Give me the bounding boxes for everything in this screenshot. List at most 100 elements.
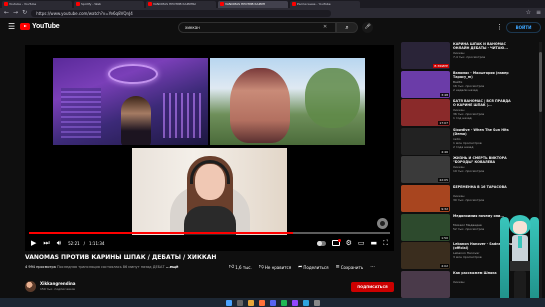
youtube-header: ☰ YouTube хиккан ✕ ⌕ 🎤︎ ⋮ ВОЙТИ: [0, 18, 545, 36]
theater-mode-icon[interactable]: ▬: [370, 235, 377, 251]
recommended-video-title: БАТЯ ВАНОМАС | ВСЯ ПРАВДА О КАРИНЕ ШПАК …: [453, 99, 511, 108]
video-thumbnail[interactable]: 4:02: [401, 242, 450, 270]
telegram-icon[interactable]: [302, 299, 309, 306]
search-input[interactable]: хиккан: [178, 22, 336, 33]
time-separator: /: [83, 240, 86, 246]
recommended-view-count: 19 тыс. просмотров: [453, 169, 485, 174]
video-thumbnail[interactable]: 17:07: [401, 99, 450, 127]
share-button[interactable]: ➦ Поделиться: [298, 264, 328, 270]
youtube-logo[interactable]: YouTube: [20, 23, 60, 30]
browser-tab-bar: Youtube - YouTube Spotify - Web VANOMAS …: [0, 0, 545, 8]
duration-badge: 22:05: [438, 178, 449, 183]
bookmark-star-icon[interactable]: ☆: [526, 9, 531, 17]
video-player[interactable]: ▶ ⏭ 🔊︎ 52:21 / 1:11:34 ⚙ ▭ ▬ ⛶: [25, 45, 394, 251]
like-button[interactable]: 👍︎ 1,6 тыс.: [229, 264, 252, 270]
file-explorer-icon[interactable]: [247, 299, 254, 306]
channel-watermark-icon[interactable]: [377, 218, 388, 229]
subscriber-count: 150 тыс. подписчиков: [40, 287, 75, 291]
progress-played: [29, 232, 293, 234]
start-menu-icon[interactable]: [225, 299, 232, 306]
duration-badge: 17:07: [438, 121, 449, 126]
video-thumbnail[interactable]: 9:32: [401, 185, 450, 212]
time-total: 1:11:34: [89, 240, 105, 246]
channel-name[interactable]: Xikkangrendina: [40, 281, 76, 286]
recommended-video-title: ЖИЗНЬ И СМЕРТЬ ВИКТОРА "БОРОДЫ" КОВАЛЕВА: [453, 156, 507, 165]
video-thumbnail[interactable]: [401, 270, 450, 298]
subtitles-icon[interactable]: [331, 239, 341, 246]
save-button[interactable]: ≡ Сохранить: [336, 264, 364, 270]
more-actions-button[interactable]: ⋯: [370, 264, 375, 270]
browser-tab[interactable]: Spotify - Web: [74, 1, 144, 8]
video-thumbnail[interactable]: 1:50: [401, 213, 450, 241]
video-actions: 👍︎ 1,6 тыс. 👎︎ Не нравится ➦ Поделиться ≡ Со…: [229, 264, 375, 270]
video-thumbnail[interactable]: 4:46: [401, 127, 450, 155]
os-taskbar: [0, 298, 545, 307]
clear-search-icon[interactable]: ✕: [323, 22, 327, 33]
fullscreen-icon[interactable]: ⛶: [383, 235, 388, 251]
play-icon[interactable]: ▶: [31, 235, 36, 251]
browser-tab[interactable]: Youtube - YouTube: [2, 1, 72, 8]
firefox-icon[interactable]: [258, 299, 265, 306]
search-taskbar-icon[interactable]: [236, 299, 243, 306]
dislike-button[interactable]: 👎︎ Не нравится: [259, 264, 291, 270]
show-more-link[interactable]: ...ещё: [166, 265, 179, 269]
recommended-video-card[interactable]: 17:07 БАТЯ ВАНОМАС | ВСЯ ПРАВДА О КАРИНЕ …: [401, 99, 513, 127]
miniplayer-icon[interactable]: ▭: [358, 235, 365, 251]
youtube-favicon-icon: [148, 2, 152, 6]
address-bar[interactable]: https://www.youtube.com/watch?v=Ye6q8VQn…: [31, 9, 332, 17]
volume-icon[interactable]: 🔊︎: [57, 235, 61, 251]
recommended-video-card[interactable]: 4:02 Lebanon Hanover - Sadnessbow (offici…: [401, 242, 513, 270]
description-text: Последняя трансляция состоялась 86 минут…: [57, 265, 165, 269]
menu-icon[interactable]: ☰: [8, 23, 15, 31]
recommended-video-card[interactable]: 1:50 Мединхимия почему они... Михаил Медве…: [401, 213, 513, 242]
settings-gear-icon[interactable]: ⚙: [346, 235, 352, 251]
browser-toolbar: ← → ↻ https://www.youtube.com/watch?v=Ye…: [0, 8, 545, 18]
recommended-view-count: 30 тыс. просмотров: [453, 198, 485, 202]
back-arrow-icon[interactable]: ←: [4, 9, 9, 17]
recommended-video-card[interactable]: 9:32 БЕРЕМЕННА В 16 ТАРАСОВА Хиккан 30 тыс.…: [401, 185, 513, 213]
duration-badge: 9:32: [440, 207, 449, 211]
next-icon[interactable]: ⏭: [43, 235, 49, 251]
player-controls: ▶ ⏭ 🔊︎ 52:21 / 1:11:34 ⚙ ▭ ▬ ⛶: [25, 235, 394, 251]
browser-tab[interactable]: VANOMAS ПРОТИВ КАРИНЫ: [146, 1, 216, 8]
video-thumbnail[interactable]: 3:48: [401, 70, 450, 98]
sign-in-button[interactable]: ВОЙТИ: [506, 22, 541, 33]
recommended-video-title: КАРИНА ШПАК И ВАНОМАС ОНЛАЙН ДЕБАТЫ - ЧИ…: [453, 42, 508, 50]
view-count: 4 994 просмотра: [25, 265, 56, 269]
youtube-play-icon: [20, 23, 30, 30]
reload-icon[interactable]: ↻: [22, 9, 27, 17]
progress-bar[interactable]: [29, 232, 390, 234]
spotify-icon[interactable]: [280, 299, 287, 306]
recommended-view-count: 7,4 тыс. просмотров: [453, 55, 486, 59]
recommended-video-card[interactable]: 3:48 Ваномас - Масштория (навер Тарасу_m)…: [401, 70, 513, 99]
video-description-snippet[interactable]: 4 994 просмотра Последняя трансляция сос…: [25, 265, 215, 269]
youtube-favicon-icon: [292, 2, 296, 6]
thumbs-up-icon: 👍︎: [229, 264, 235, 270]
subscribe-button[interactable]: ПОДПИСАТЬСЯ: [351, 282, 394, 292]
more-options-icon[interactable]: ⋮: [496, 22, 503, 33]
recommended-video-card[interactable]: 4:46 Slowdive - When The Sun Hits (Demo) r…: [401, 127, 513, 156]
discord-icon[interactable]: [269, 299, 276, 306]
browser-tab-active[interactable]: VANOMAS ПРОТИВ КАРИН: [218, 1, 288, 8]
playlist-add-icon: ≡: [335, 264, 340, 270]
recommended-video-card[interactable]: Как расскажем Шпака Хиккан: [401, 270, 513, 299]
time-current: 52:21: [68, 240, 80, 246]
video-title: VANOMAS ПРОТИВ КАРИНЫ ШПАК / ДЕБАТЫ / ХИ…: [25, 254, 217, 261]
recommended-video-card[interactable]: 22:05 ЖИЗНЬ И СМЕРТЬ ВИКТОРА "БОРОДЫ" КОВ…: [401, 156, 513, 184]
voice-search-button[interactable]: 🎤︎: [362, 22, 373, 33]
browser-tab[interactable]: Расписание - YouTube: [290, 1, 360, 8]
scrollbar-thumb[interactable]: [539, 52, 542, 112]
share-icon: ➦: [298, 264, 303, 270]
autoplay-toggle[interactable]: [316, 240, 326, 246]
video-thumbnail[interactable]: 22:05: [401, 156, 450, 184]
twitch-icon[interactable]: [291, 299, 298, 306]
video-thumbnail[interactable]: В ЭФИРЕ: [401, 42, 450, 69]
recommended-video-card[interactable]: В ЭФИРЕ КАРИНА ШПАК И ВАНОМАС ОНЛАЙН ДЕБА…: [401, 42, 513, 70]
browser-menu-icon[interactable]: ≡: [536, 9, 541, 17]
search-button[interactable]: ⌕: [336, 22, 358, 33]
forward-arrow-icon[interactable]: →: [13, 9, 18, 17]
avatar[interactable]: [25, 281, 36, 292]
webcam-feed-purple-room: [53, 58, 208, 145]
settings-taskbar-icon[interactable]: [313, 299, 320, 306]
anime-character-overlay: [500, 213, 540, 307]
